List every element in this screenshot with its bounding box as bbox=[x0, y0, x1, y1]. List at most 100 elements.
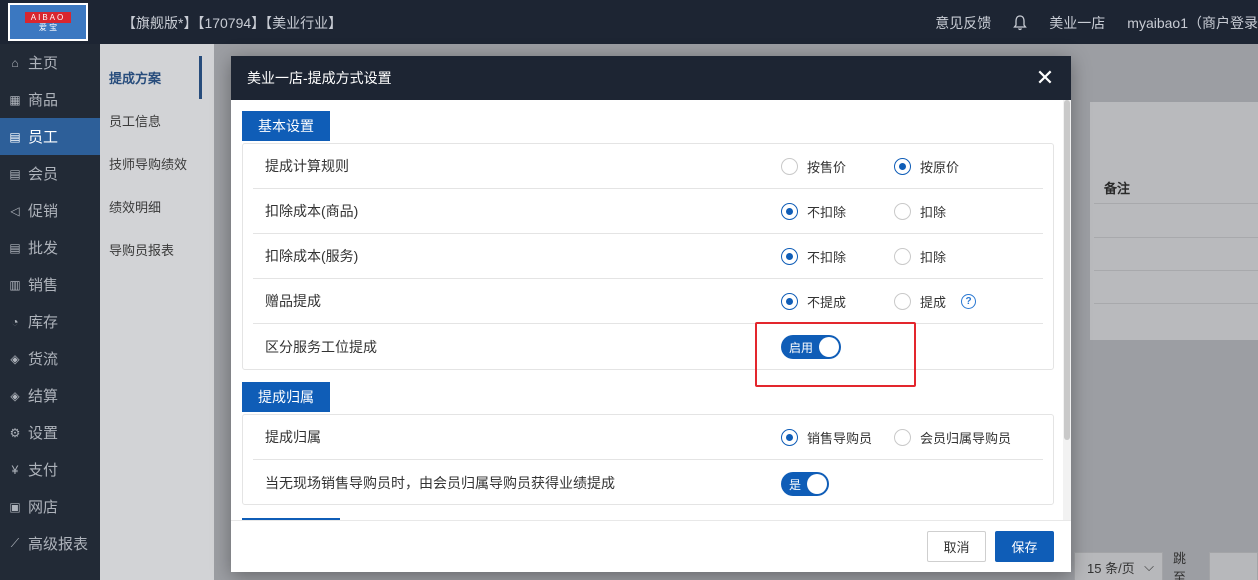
radio-checked[interactable] bbox=[781, 203, 798, 220]
deduct-goods-options: 不扣除 扣除 bbox=[781, 189, 946, 234]
option-label: 不扣除 bbox=[807, 250, 847, 265]
sidebar-item-label: 网店 bbox=[28, 499, 59, 516]
calc-rule-options: 按售价 按原价 bbox=[781, 144, 959, 189]
table-row bbox=[1094, 205, 1258, 238]
feedback-link[interactable]: 意见反馈 bbox=[935, 13, 991, 33]
option-sales-guide[interactable]: 销售导购员 bbox=[781, 428, 894, 447]
radio-unchecked[interactable] bbox=[781, 158, 798, 175]
subnav-technician-performance[interactable]: 技师导购绩效 bbox=[100, 142, 214, 185]
sidebar-item-staff[interactable]: ▤ 员工 bbox=[0, 118, 100, 155]
row-label: 区分服务工位提成 bbox=[265, 338, 377, 355]
sidebar-item-goods[interactable]: ▦ 商品 bbox=[0, 81, 100, 118]
radio-checked[interactable] bbox=[781, 293, 798, 310]
settle-icon: ◈ bbox=[10, 388, 20, 403]
row-label: 扣除成本(服务) bbox=[265, 248, 359, 264]
option-deduct[interactable]: 扣除 bbox=[894, 202, 946, 221]
radio-checked[interactable] bbox=[894, 158, 911, 175]
save-button[interactable]: 保存 bbox=[995, 531, 1054, 562]
sidebar-item-settings[interactable]: ⚙ 设置 bbox=[0, 414, 100, 451]
sidebar-item-label: 商品 bbox=[28, 92, 59, 109]
toggle-label: 是 bbox=[789, 477, 802, 492]
help-icon[interactable]: ? bbox=[961, 294, 977, 309]
option-member-guide[interactable]: 会员归属导购员 bbox=[894, 428, 1011, 447]
option-deduct[interactable]: 扣除 bbox=[894, 247, 946, 266]
option-commission[interactable]: 提成? bbox=[894, 292, 977, 311]
main-sidebar: ⌂ 主页 ▦ 商品 ▤ 员工 ▤ 会员 ◁ 促销 ▤ 批发 ▥ 销售 ◔ 库存 ◈ 货流 ◈ 结算 … bbox=[0, 44, 100, 580]
option-no-deduct[interactable]: 不扣除 bbox=[781, 202, 894, 221]
radio-unchecked[interactable] bbox=[894, 429, 911, 446]
table-row bbox=[1094, 238, 1258, 271]
option-label: 销售导购员 bbox=[807, 431, 873, 446]
subnav-guide-report[interactable]: 导购员报表 bbox=[100, 228, 214, 271]
logo-text: AIBAO bbox=[24, 11, 72, 23]
radio-checked[interactable] bbox=[781, 248, 798, 265]
radio-unchecked[interactable] bbox=[894, 203, 911, 220]
sidebar-item-label: 批发 bbox=[28, 240, 59, 257]
sidebar-item-logistics[interactable]: ◈ 货流 bbox=[0, 340, 100, 377]
jump-page-input[interactable] bbox=[1208, 552, 1258, 580]
sidebar-item-settle[interactable]: ◈ 结算 bbox=[0, 377, 100, 414]
aibao-logo[interactable]: AIBAO 爱 宝 bbox=[8, 3, 88, 41]
subnav-staff-info[interactable]: 员工信息 bbox=[100, 99, 214, 142]
sidebar-item-promo[interactable]: ◁ 促销 bbox=[0, 192, 100, 229]
home-icon: ⌂ bbox=[11, 55, 19, 70]
option-by-sale-price[interactable]: 按售价 bbox=[781, 157, 894, 176]
row-service-station: 区分服务工位提成 启用 bbox=[253, 324, 1043, 369]
radio-checked[interactable] bbox=[781, 429, 798, 446]
option-by-original-price[interactable]: 按原价 bbox=[894, 157, 959, 176]
sidebar-item-pay[interactable]: ¥ 支付 bbox=[0, 451, 100, 488]
dialog-scrollbar[interactable] bbox=[1063, 100, 1071, 520]
member-guide-toggle[interactable]: 是 bbox=[781, 472, 829, 496]
row-calc-rule: 提成计算规则 按售价 按原价 bbox=[253, 144, 1043, 189]
page-size-value: 15 条/页 bbox=[1087, 560, 1135, 576]
table-row bbox=[1094, 271, 1258, 304]
sidebar-item-label: 设置 bbox=[28, 425, 59, 442]
sidebar-item-label: 高级报表 bbox=[28, 536, 89, 553]
sidebar-item-label: 销售 bbox=[28, 277, 59, 294]
promo-icon: ◁ bbox=[10, 203, 20, 218]
option-no-deduct[interactable]: 不扣除 bbox=[781, 247, 894, 266]
sidebar-item-home[interactable]: ⌂ 主页 bbox=[0, 44, 100, 81]
sidebar-item-wholesale[interactable]: ▤ 批发 bbox=[0, 229, 100, 266]
row-deduct-service-cost: 扣除成本(服务) 不扣除 扣除 bbox=[253, 234, 1043, 279]
table-header-note: 备注 bbox=[1094, 172, 1258, 204]
sidebar-item-label: 员工 bbox=[28, 129, 59, 146]
store-switch[interactable]: 美业一店 bbox=[1049, 13, 1105, 33]
dialog-title: 美业一店-提成方式设置 bbox=[247, 70, 392, 86]
row-label: 提成归属 bbox=[265, 429, 321, 445]
subnav-performance-detail[interactable]: 绩效明细 bbox=[100, 185, 214, 228]
page-size-select[interactable]: 15 条/页 ⌵ bbox=[1074, 552, 1164, 580]
highlight-box bbox=[755, 322, 916, 387]
sidebar-item-shop[interactable]: ▣ 网店 bbox=[0, 488, 100, 525]
edition-info: 【旗舰版*】【170794】【美业行业】 bbox=[122, 15, 343, 31]
dialog-footer: 取消 保存 bbox=[231, 520, 1071, 572]
goods-icon: ▦ bbox=[9, 92, 21, 107]
subnav-commission-plan[interactable]: 提成方案 bbox=[100, 56, 202, 99]
row-label: 提成计算规则 bbox=[265, 158, 349, 174]
option-label: 扣除 bbox=[920, 205, 947, 220]
scrollbar-thumb[interactable] bbox=[1064, 100, 1070, 440]
sidebar-item-stock[interactable]: ◔ 库存 bbox=[0, 303, 100, 340]
stock-icon: ◔ bbox=[11, 314, 19, 329]
bell-icon[interactable] bbox=[1013, 15, 1028, 31]
option-no-commission[interactable]: 不提成 bbox=[781, 292, 894, 311]
option-label: 不扣除 bbox=[807, 205, 847, 220]
option-label: 按原价 bbox=[920, 160, 960, 175]
sidebar-item-label: 会员 bbox=[28, 166, 59, 183]
sidebar-item-report[interactable]: ⟋ 高级报表 bbox=[0, 525, 100, 562]
commission-settings-dialog: 美业一店-提成方式设置 ✕ 基本设置 提成计算规则 按售价 按原价 扣除成本(商… bbox=[231, 56, 1071, 572]
sales-icon: ▥ bbox=[9, 277, 21, 292]
jump-label: 跳至 bbox=[1173, 551, 1187, 580]
section-tab-attribution: 提成归属 bbox=[242, 382, 330, 412]
radio-unchecked[interactable] bbox=[894, 248, 911, 265]
radio-unchecked[interactable] bbox=[894, 293, 911, 310]
dialog-header: 美业一店-提成方式设置 ✕ bbox=[231, 56, 1071, 100]
user-menu[interactable]: myaibao1（商户登录 bbox=[1127, 13, 1258, 33]
sidebar-item-member[interactable]: ▤ 会员 bbox=[0, 155, 100, 192]
cancel-button[interactable]: 取消 bbox=[927, 531, 986, 562]
logistics-icon: ◈ bbox=[10, 351, 20, 366]
settings-icon: ⚙ bbox=[9, 425, 21, 440]
sidebar-item-sales[interactable]: ▥ 销售 bbox=[0, 266, 100, 303]
close-icon[interactable]: ✕ bbox=[1035, 67, 1055, 89]
option-label: 扣除 bbox=[920, 250, 947, 265]
